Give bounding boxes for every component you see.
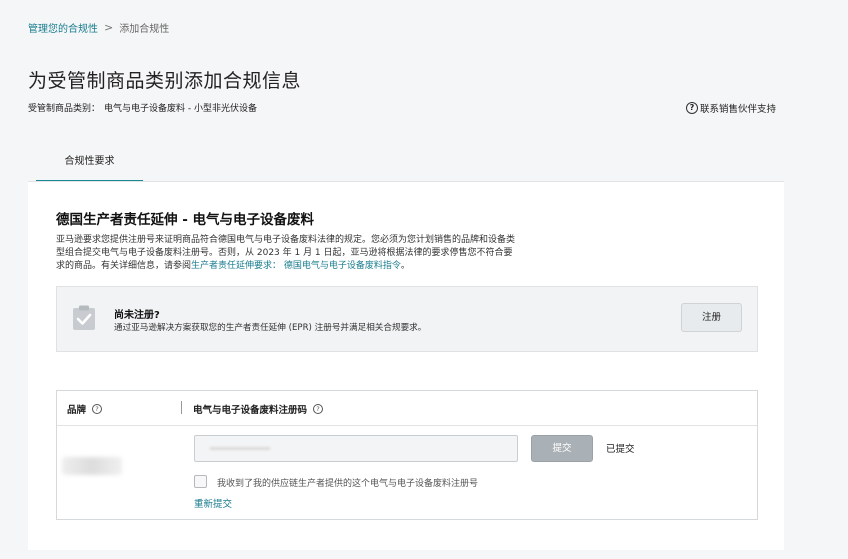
- brand-help-icon[interactable]: ?: [92, 404, 103, 414]
- breadcrumb-link-manage-compliance[interactable]: 管理您的合规性: [28, 20, 98, 35]
- tab-divider: [28, 181, 784, 182]
- description-line-3: 求的商品。有关详细信息，请参阅生产者责任延伸要求： 德国电气与电子设备废料指令。: [56, 260, 596, 273]
- section-description: 亚马逊要求您提供注册号来证明商品符合德国电气与电子设备废料法律的规定。您必须为您…: [56, 234, 596, 273]
- table-header: [57, 391, 757, 426]
- weee-code-help-icon[interactable]: ?: [313, 404, 324, 414]
- notice-text: 通过亚马逊解决方案获取您的生产者责任延伸 (EPR) 注册号并满足相关合规要求。: [114, 323, 427, 333]
- clipboard-check-icon: [73, 305, 95, 330]
- weee-registration-value-redacted: [210, 447, 270, 450]
- description-line-3-end: 。: [400, 261, 410, 271]
- category-label: 受管制商品类别：: [28, 104, 101, 114]
- brand-name-redacted: [62, 457, 122, 475]
- help-circle-icon: ?: [686, 102, 698, 114]
- supplier-confirmation-checkbox[interactable]: [194, 475, 207, 488]
- supplier-confirmation-label: 我收到了我的供应链生产者提供的这个电气与电子设备废料注册号: [217, 479, 479, 489]
- breadcrumb-current: 添加合规性: [119, 24, 170, 35]
- column-divider: [181, 401, 182, 414]
- resubmit-link[interactable]: 重新提交: [194, 496, 232, 510]
- epr-requirements-link[interactable]: 生产者责任延伸要求：: [191, 261, 281, 271]
- column-header-weee-code: 电气与电子设备废料注册码 ?: [193, 402, 324, 416]
- column-header-brand-label: 品牌: [67, 405, 87, 416]
- description-line-2: 型组合提交电气与电子设备废料注册号。否则，从 2023 年 1 月 1 日起，亚…: [56, 248, 513, 258]
- column-header-brand: 品牌 ?: [67, 402, 103, 416]
- not-registered-notice: [56, 286, 758, 352]
- weee-directive-link[interactable]: 德国电气与电子设备废料指令: [284, 261, 401, 271]
- register-button[interactable]: 注册: [681, 303, 742, 332]
- page-title: 为受管制商品类别添加合规信息: [28, 70, 302, 92]
- contact-support-label: 联系销售伙伴支持: [700, 104, 777, 115]
- description-line-1: 亚马逊要求您提供注册号来证明商品符合德国电气与电子设备废料法律的规定。您必须为您…: [56, 235, 516, 245]
- description-line-3-text: 求的商品。有关详细信息，请参阅: [56, 261, 192, 271]
- status-submitted: 已提交: [606, 444, 635, 455]
- section-title: 德国生产者责任延伸 - 电气与电子设备废料: [56, 212, 315, 228]
- breadcrumb: 管理您的合规性 > 添加合规性: [28, 20, 169, 35]
- breadcrumb-separator: >: [104, 21, 114, 34]
- notice-title: 尚未注册?: [114, 310, 160, 321]
- contact-support-link[interactable]: ? 联系销售伙伴支持: [686, 101, 776, 115]
- tab-compliance-requirements[interactable]: 合规性要求: [36, 148, 143, 182]
- submit-button[interactable]: 提交: [531, 435, 593, 462]
- category-line: 受管制商品类别： 电气与电子设备废料 - 小型非光伏设备: [28, 101, 257, 114]
- column-header-weee-code-label: 电气与电子设备废料注册码: [193, 405, 308, 416]
- category-value: 电气与电子设备废料 - 小型非光伏设备: [104, 104, 257, 114]
